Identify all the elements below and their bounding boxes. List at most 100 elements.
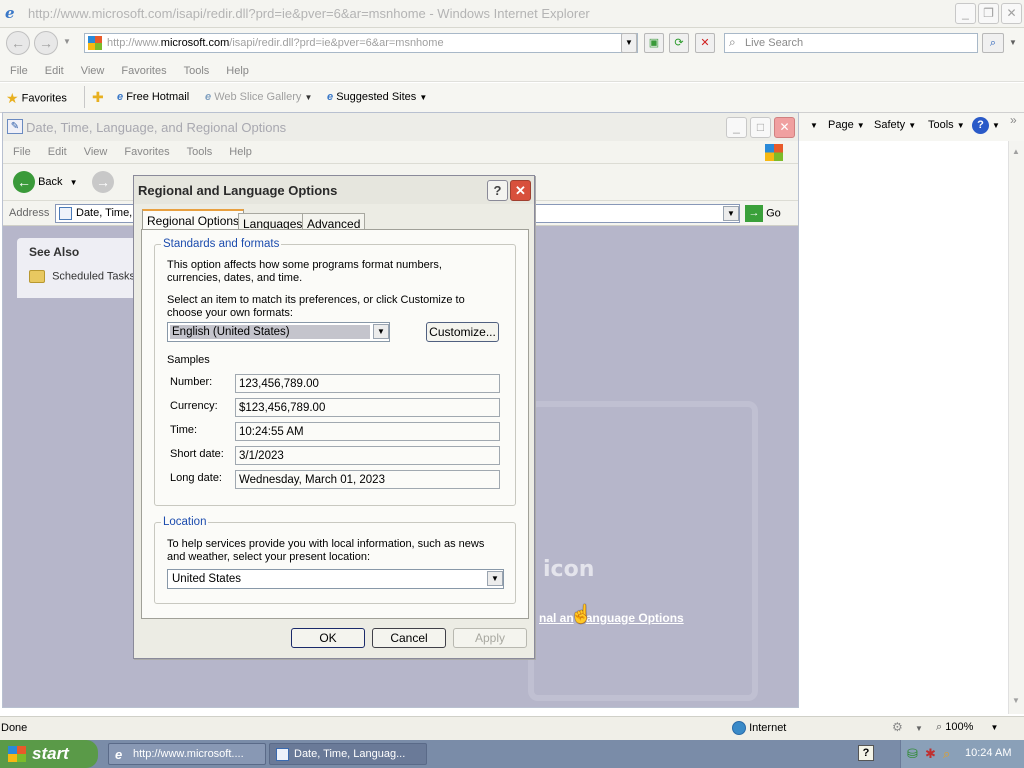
hand-cursor-icon: ☝ [570, 604, 593, 624]
cmd-more-icon[interactable]: » [1010, 113, 1017, 127]
taskbar-ie-window[interactable]: e http://www.microsoft.... [108, 743, 266, 765]
page-chevron-icon: ▼ [856, 121, 865, 130]
cp-menu-tools[interactable]: Tools [187, 146, 213, 158]
fav-link-hotmail[interactable]: e Free Hotmail [117, 91, 189, 103]
tray-security-icon[interactable]: ✱ [925, 746, 936, 762]
minimize-button[interactable]: _ [955, 3, 976, 24]
page-menu-button[interactable]: Page ▼ [828, 119, 865, 131]
protected-mode-icon[interactable]: ⚙ [892, 720, 903, 734]
scheduled-tasks-link[interactable]: Scheduled Tasks [29, 270, 135, 283]
bg-link-part1: nal an [539, 611, 574, 625]
back-button[interactable]: ← [6, 31, 30, 55]
ie-window-title: http://www.microsoft.com/isapi/redir.dll… [28, 6, 590, 21]
cp-window-title: Date, Time, Language, and Regional Optio… [26, 120, 287, 135]
ie-menu-view[interactable]: View [81, 65, 105, 77]
cp-minimize-button[interactable]: _ [726, 117, 747, 138]
security-zone[interactable]: Internet [732, 721, 786, 735]
cp-menu-edit[interactable]: Edit [48, 146, 67, 158]
address-dropdown-button[interactable]: ▼ [621, 33, 637, 53]
windows-logo-icon [765, 144, 783, 161]
scroll-down-icon[interactable]: ▼ [1012, 696, 1020, 705]
back-arrow-icon: ← [13, 171, 35, 193]
tools-menu-button[interactable]: Tools ▼ [928, 119, 965, 131]
clock: 10:24 AM [965, 747, 1012, 759]
help-tray-icon[interactable]: ? [858, 745, 874, 761]
protected-mode-chevron-icon[interactable]: ▼ [915, 724, 923, 733]
cp-close-button[interactable]: ✕ [774, 117, 795, 138]
web-slice-icon: e [205, 91, 212, 104]
ie-menu-file[interactable]: File [10, 65, 28, 77]
ie-address-bar[interactable]: http://www.microsoft.com/isapi/redir.dll… [84, 33, 638, 53]
cp-go-button[interactable]: → Go [745, 205, 781, 222]
safety-menu-button[interactable]: Safety ▼ [874, 119, 916, 131]
zoom-control[interactable]: ⌕ 100% ▼ [936, 721, 998, 734]
stop-icon[interactable]: ✕ [695, 33, 715, 53]
cp-menu-favorites[interactable]: Favorites [124, 146, 169, 158]
cp-back-button[interactable]: ← Back ▼ [13, 171, 78, 193]
location-legend: Location [161, 516, 209, 528]
windows-flag-icon [88, 36, 102, 50]
regional-language-dialog: Regional and Language Options ? ✕ Region… [133, 175, 535, 659]
ie-menu-help[interactable]: Help [226, 65, 249, 77]
sample-number-label: Number: [170, 376, 213, 388]
globe-icon [732, 721, 746, 735]
help-icon[interactable]: ? [972, 117, 989, 134]
close-button[interactable]: ✕ [1001, 3, 1022, 24]
cmd-chevron-icon[interactable]: ▼ [810, 121, 818, 130]
favorites-button[interactable]: ★ Favorites [6, 90, 67, 107]
sample-short-date-label: Short date: [170, 448, 224, 460]
search-options-chevron-icon[interactable]: ▼ [1009, 38, 1017, 47]
fav-link-webslice[interactable]: e Web Slice Gallery ▼ [205, 91, 312, 103]
dialog-help-button[interactable]: ? [487, 180, 508, 201]
forward-button[interactable]: → [34, 31, 58, 55]
ie-vertical-scrollbar[interactable]: ▲ ▼ [1008, 141, 1024, 714]
ie-menu-edit[interactable]: Edit [45, 65, 64, 77]
regional-language-link[interactable]: nal an anguage Options [539, 611, 684, 625]
locale-select[interactable]: English (United States) ▼ [167, 322, 390, 342]
location-dropdown-icon[interactable]: ▼ [487, 571, 503, 586]
taskbar-cp-label: Date, Time, Languag... [294, 748, 406, 760]
scroll-up-icon[interactable]: ▲ [1012, 147, 1020, 156]
tray-network-icon[interactable]: ⛁ [907, 746, 918, 762]
cancel-button[interactable]: Cancel [372, 628, 446, 648]
ie-menu-favorites[interactable]: Favorites [121, 65, 166, 77]
page-menu-label: Page [828, 119, 854, 131]
fav-link-suggested[interactable]: e Suggested Sites ▼ [327, 91, 427, 103]
bg-link-part2: anguage Options [585, 611, 684, 625]
forward-arrow-icon[interactable]: → [92, 171, 114, 193]
cp-address-value: Date, Time, [76, 207, 133, 219]
cp-maximize-button[interactable]: □ [750, 117, 771, 138]
compatibility-icon[interactable]: ▣ [644, 33, 664, 53]
cp-menu-bar: File Edit View Favorites Tools Help [3, 142, 798, 164]
suggested-chevron-icon: ▼ [419, 93, 428, 102]
sample-currency-field: $123,456,789.00 [235, 398, 500, 417]
tray-search-icon[interactable]: ⌕ [943, 746, 950, 762]
search-go-icon[interactable]: ⌕ [982, 33, 1004, 53]
tab-regional-options[interactable]: Regional Options [142, 209, 245, 231]
start-button[interactable]: start [0, 740, 98, 768]
location-select[interactable]: United States ▼ [167, 569, 504, 589]
start-label: start [32, 744, 69, 763]
taskbar-cp-window[interactable]: Date, Time, Languag... [269, 743, 427, 765]
maximize-button[interactable]: ❐ [978, 3, 999, 24]
help-chevron-icon[interactable]: ▼ [992, 121, 1000, 130]
live-search-input[interactable]: ⌕ Live Search [724, 33, 978, 53]
cp-address-dropdown[interactable]: ▼ [723, 206, 739, 221]
apply-button[interactable]: Apply [453, 628, 527, 648]
cp-menu-view[interactable]: View [84, 146, 108, 158]
cp-menu-help[interactable]: Help [229, 146, 252, 158]
ie-menu-tools[interactable]: Tools [184, 65, 210, 77]
address-domain: microsoft.com [160, 37, 230, 49]
customize-button[interactable]: Customize... [426, 322, 499, 342]
zone-label: Internet [749, 721, 787, 734]
locale-dropdown-icon[interactable]: ▼ [373, 324, 389, 339]
refresh-icon[interactable]: ⟳ [669, 33, 689, 53]
control-panel-icon: ✎ [7, 119, 23, 134]
ie-menu-bar: File Edit View Favorites Tools Help [0, 60, 1024, 82]
recent-pages-chevron-icon[interactable]: ▼ [63, 37, 71, 46]
add-favorite-icon[interactable]: ✚ [92, 89, 104, 106]
taskbar-cp-icon [276, 748, 289, 761]
cp-menu-file[interactable]: File [13, 146, 31, 158]
ok-button[interactable]: OK [291, 628, 365, 648]
dialog-close-button[interactable]: ✕ [510, 180, 531, 201]
